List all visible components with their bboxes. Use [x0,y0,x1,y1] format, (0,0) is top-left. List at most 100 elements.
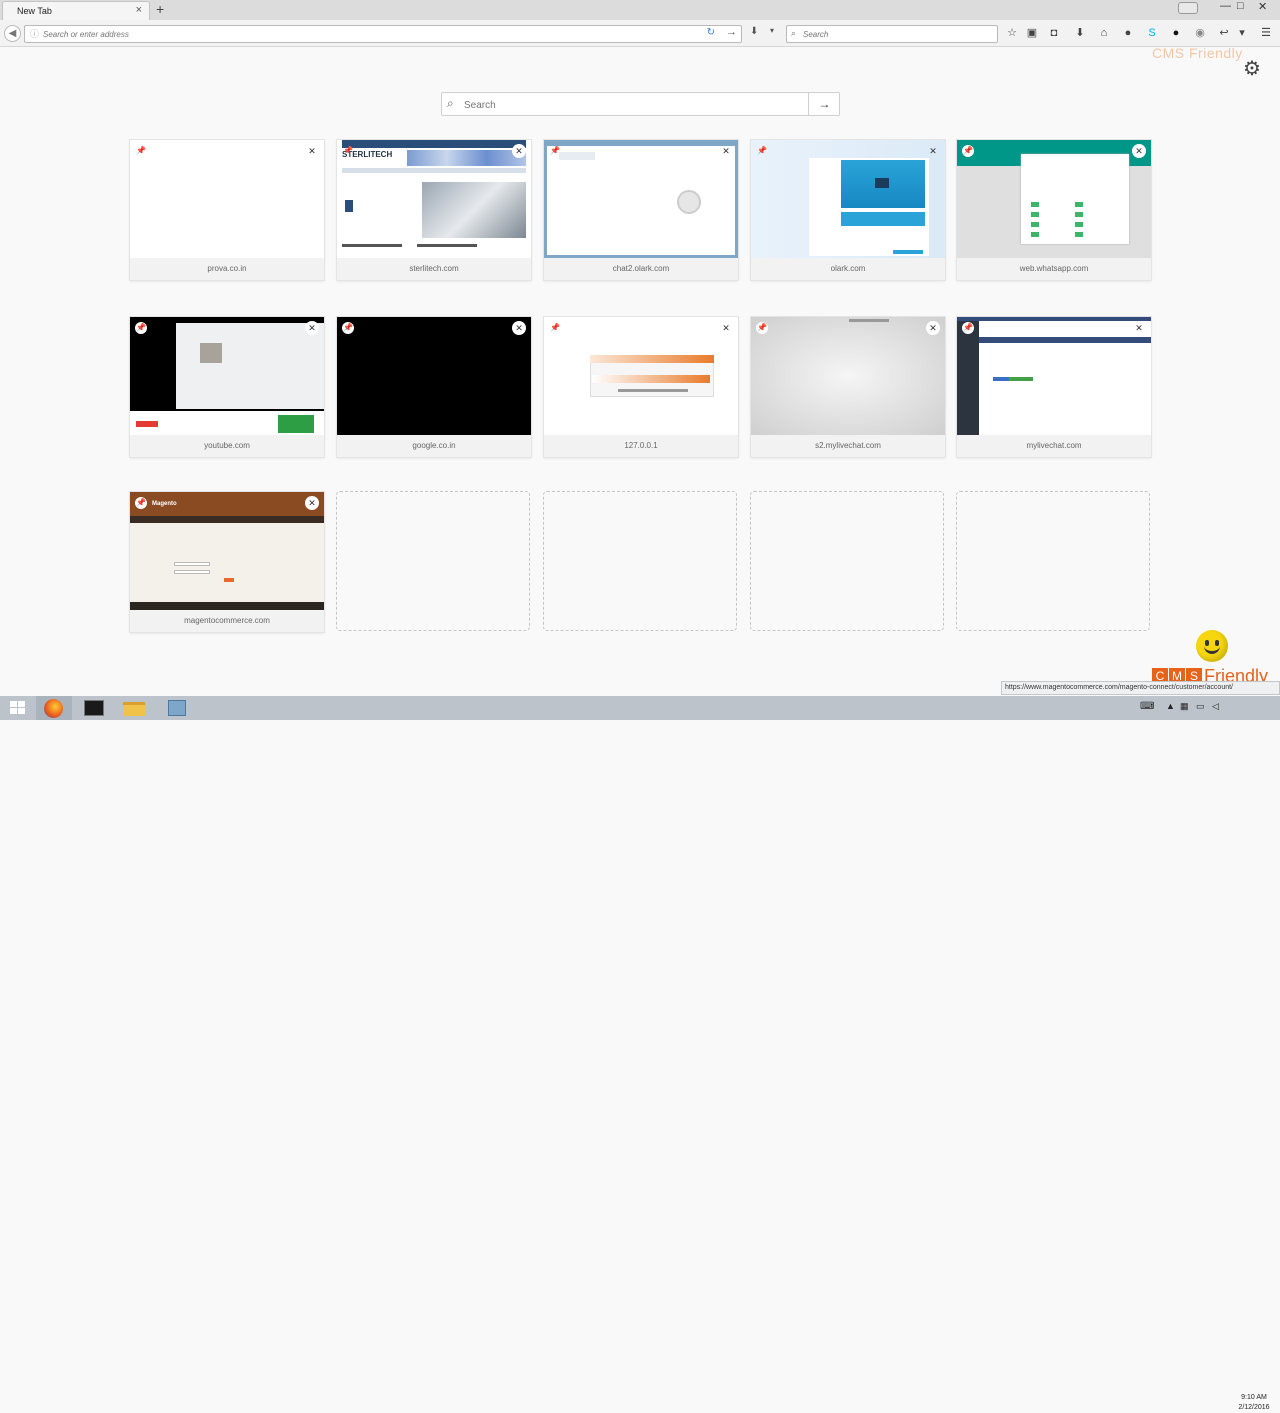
close-icon[interactable]: ✕ [719,144,733,158]
pocket-icon[interactable]: ◘ [1046,25,1062,41]
dark-circle-icon[interactable]: ● [1168,25,1184,41]
back-button[interactable]: ◀ [4,25,21,42]
tile-olark[interactable]: 📌 ✕ olark.com [751,140,945,280]
tray-arrow-icon[interactable]: ▲ [1166,701,1175,711]
download-arrow-icon[interactable]: ⬇ [750,26,758,37]
tab-title: New Tab [17,6,52,16]
pin-icon[interactable]: 📌 [135,497,147,509]
firefox-icon[interactable] [36,696,72,720]
tile-sterlitech[interactable]: STERLITECH 📌 ✕ sterlitech.com [337,140,531,280]
chat-icon[interactable]: ● [1120,25,1136,41]
url-input[interactable] [43,28,643,41]
maximize-button[interactable]: □ [1237,0,1244,12]
tab-close-icon[interactable]: × [136,4,142,16]
tile-whatsapp[interactable]: 📌 ✕ web.whatsapp.com [957,140,1151,280]
tile-magento[interactable]: Magento 📌 ✕ magentocommerce.com [130,492,324,632]
search-icon: ⌕ [791,28,797,38]
app-icon[interactable] [160,696,196,720]
tile-mylivechat[interactable]: 📌 ✕ mylivechat.com [957,317,1151,457]
clock-date: 2/12/2016 [1238,1404,1270,1411]
minimize-button[interactable]: — [1220,0,1231,12]
close-window-button[interactable]: ✕ [1258,0,1267,13]
tile-localhost[interactable]: 📌 ✕ 127.0.0.1 [544,317,738,457]
user-badge-icon [1178,2,1198,14]
tile-youtube[interactable]: 📌 ✕ youtube.com [130,317,324,457]
tile-thumbnail [130,140,324,258]
nav-bar: ◀ ⓘ ↻ → ⬇ ▾ ⌕ ☆ ▣ ◘ ⬇ ⌂ ● S ● ◉ ↩ ▾ ☰ [0,20,1280,47]
tile-label: magentocommerce.com [130,610,324,632]
tile-label: sterlitech.com [337,258,531,280]
home-icon[interactable]: ⌂ [1096,25,1112,41]
arrow-icon[interactable]: ↩ [1216,25,1232,41]
newtab-search-input[interactable] [464,98,804,112]
windows-tray-icon[interactable]: ▦ [1180,701,1189,712]
close-icon[interactable]: ✕ [926,144,940,158]
close-icon[interactable]: ✕ [305,321,319,335]
status-bar-url: https://www.magentocommerce.com/magento-… [1001,681,1280,695]
terminal-icon[interactable] [76,696,112,720]
pin-icon[interactable]: 📌 [135,145,147,157]
close-icon[interactable]: ✕ [1132,144,1146,158]
tab-new-tab[interactable]: New Tab × [2,1,150,20]
go-arrow-icon[interactable]: → [726,26,737,38]
pin-icon[interactable]: 📌 [549,322,561,334]
tile-thumbnail [957,317,1151,435]
pin-icon[interactable]: 📌 [756,145,768,157]
clock[interactable]: 9:10 AM 2/12/2016 [1232,1393,1276,1413]
pin-icon[interactable]: 📌 [962,145,974,157]
close-icon[interactable]: ✕ [305,496,319,510]
search-bar-input[interactable] [803,28,993,41]
new-tab-button[interactable]: + [156,1,164,17]
empty-tile-slot [750,491,944,631]
tile-label: s2.mylivechat.com [751,435,945,457]
clipboard-icon[interactable]: ▣ [1024,25,1040,41]
tile-label: mylivechat.com [957,435,1151,457]
tile-s2-mylivechat[interactable]: 📌 ✕ s2.mylivechat.com [751,317,945,457]
cms-friendly-logo: C M S Friendly [1150,628,1276,688]
battery-icon[interactable]: ▭ [1196,701,1205,712]
extension-icon[interactable]: ◉ [1192,25,1208,41]
tile-thumbnail [957,140,1151,258]
url-bar[interactable]: ⓘ ↻ → [24,25,742,43]
gear-icon[interactable]: ⚙ [1243,56,1261,81]
pin-icon[interactable]: 📌 [342,322,354,334]
info-icon[interactable]: ⓘ [30,27,39,40]
search-icon: ⌕ [447,96,454,110]
search-go-button[interactable]: → [808,93,840,115]
tile-label: youtube.com [130,435,324,457]
close-icon[interactable]: ✕ [512,144,526,158]
search-bar[interactable]: ⌕ [786,25,998,43]
tile-thumbnail [337,317,531,435]
overflow-icon[interactable]: ▾ [1234,25,1250,41]
tile-google[interactable]: 📌 ✕ google.co.in [337,317,531,457]
close-icon[interactable]: ✕ [719,321,733,335]
close-icon[interactable]: ✕ [305,144,319,158]
skype-icon[interactable]: S [1144,25,1160,41]
empty-tile-slot [336,491,530,631]
close-icon[interactable]: ✕ [512,321,526,335]
volume-icon[interactable]: ◁ [1212,701,1219,712]
close-icon[interactable]: ✕ [926,321,940,335]
tile-label: 127.0.0.1 [544,435,738,457]
close-icon[interactable]: ✕ [1132,321,1146,335]
tile-label: google.co.in [337,435,531,457]
keyboard-icon[interactable]: ⌨ [1140,701,1154,712]
newtab-search[interactable]: ⌕ → [441,92,840,116]
tile-thumbnail: STERLITECH [337,140,531,258]
smiley-icon [1196,630,1228,662]
pin-icon[interactable]: 📌 [135,322,147,334]
pin-icon[interactable]: 📌 [342,145,354,157]
pin-icon[interactable]: 📌 [962,322,974,334]
folder-icon[interactable] [116,696,152,720]
tile-chat2-olark[interactable]: 📌 ✕ chat2.olark.com [544,140,738,280]
start-button[interactable] [0,696,36,720]
download-icon[interactable]: ⬇ [1072,25,1088,41]
dropdown-icon[interactable]: ▾ [770,26,774,35]
menu-icon[interactable]: ☰ [1258,25,1274,41]
pin-icon[interactable]: 📌 [756,322,768,334]
reload-icon[interactable]: ↻ [707,27,715,38]
pin-icon[interactable]: 📌 [549,145,561,157]
star-icon[interactable]: ☆ [1004,25,1020,41]
tile-prova[interactable]: 📌 ✕ prova.co.in [130,140,324,280]
tile-thumbnail [751,317,945,435]
